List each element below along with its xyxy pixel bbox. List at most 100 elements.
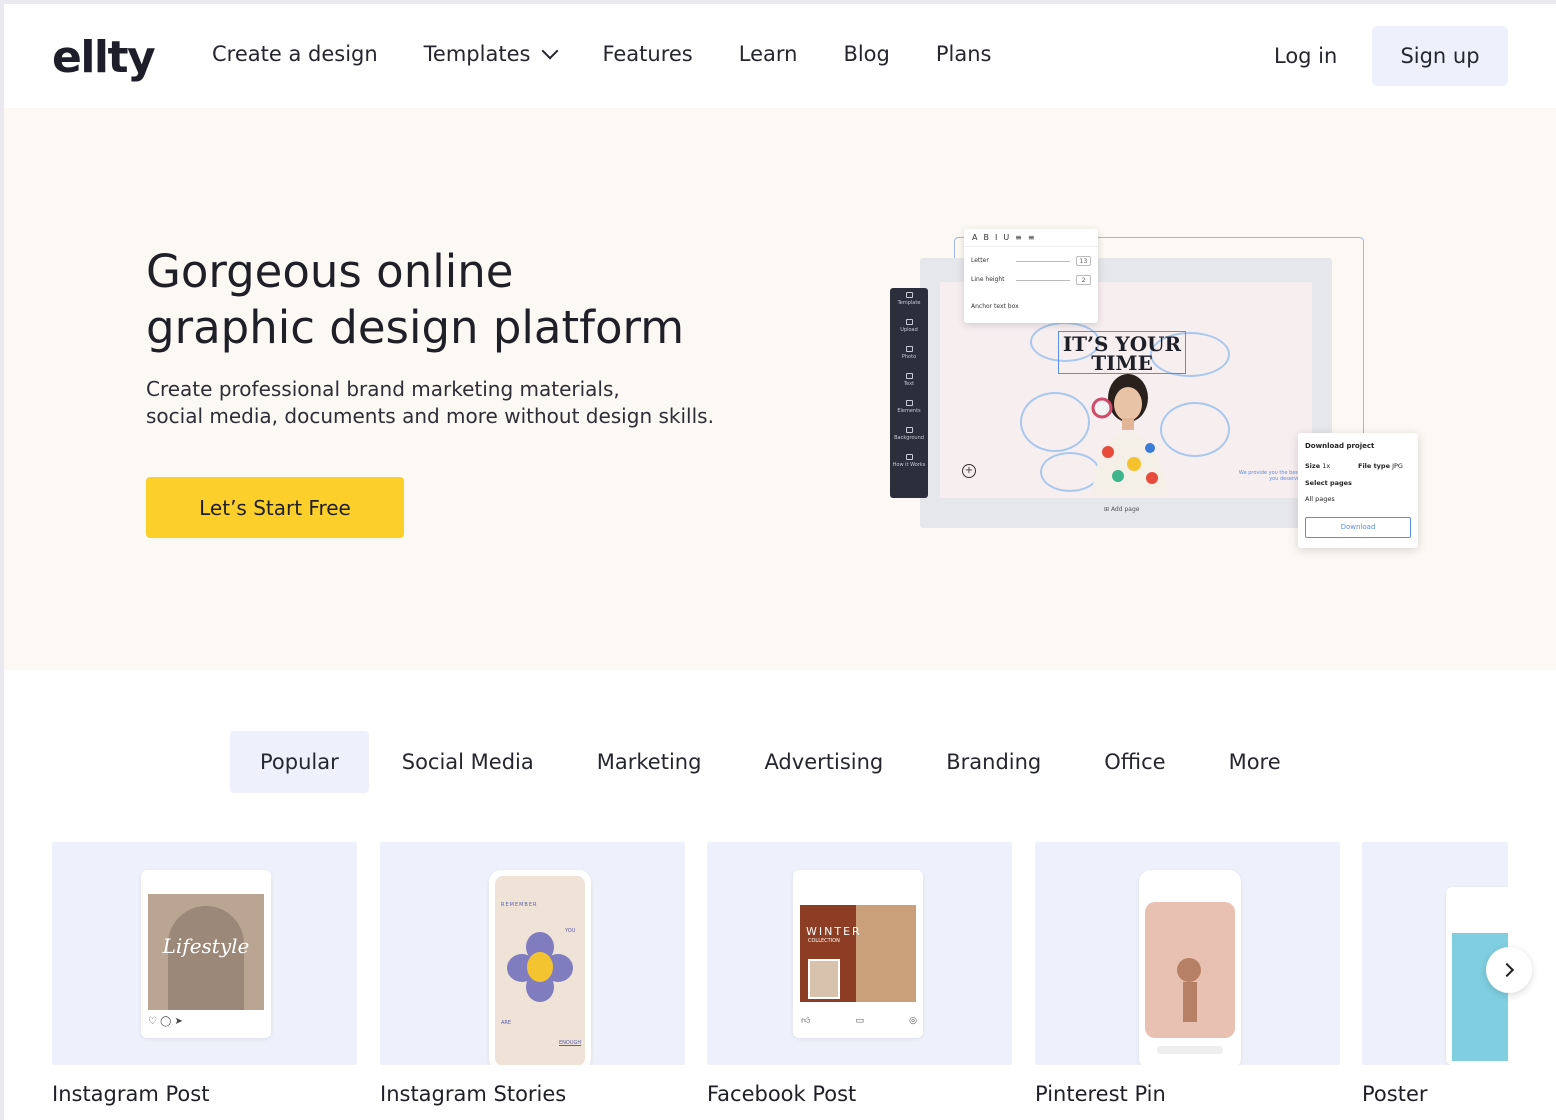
mockup-sidebar-label: Photo	[901, 354, 917, 360]
nav-features[interactable]: Features	[602, 42, 692, 66]
mockup-slider	[1016, 280, 1070, 281]
hero-title: Gorgeous online graphic design platform	[146, 244, 786, 356]
nav-plans[interactable]: Plans	[936, 42, 992, 66]
arch-decor	[168, 906, 244, 1010]
nav-learn[interactable]: Learn	[739, 42, 798, 66]
mockup-sidebar-item: Template	[890, 288, 928, 315]
login-link[interactable]: Log in	[1274, 44, 1337, 68]
mockup-sidebar-label: Background	[894, 435, 924, 441]
mockup-download-title: Download project	[1305, 442, 1375, 450]
hero-section: Gorgeous online graphic design platform …	[4, 108, 1556, 670]
template-category-tabs: Popular Social Media Marketing Advertisi…	[230, 731, 1314, 793]
mockup-sidebar-item: Upload	[890, 315, 928, 342]
template-thumbnail[interactable]: Lifestyle ♡ ◯ ➤	[52, 842, 357, 1065]
mockup-anchor-label: Anchor text box	[971, 303, 1019, 310]
hero-title-line: graphic design platform	[146, 301, 685, 354]
mockup-filetype-label: File type	[1358, 462, 1390, 470]
tab-social-media[interactable]: Social Media	[372, 731, 564, 793]
mockup-sidebar-label: Text	[903, 381, 915, 387]
card-label[interactable]: Pinterest Pin	[1035, 1082, 1166, 1106]
nav-label: Features	[602, 42, 693, 66]
lifestyle-text: Lifestyle	[162, 934, 250, 958]
mockup-line-height-value: 2	[1076, 275, 1091, 285]
mockup-sidebar-label: Upload	[900, 327, 918, 333]
mockup-add-page: ⊞ Add page	[1104, 506, 1140, 513]
ellty-logo[interactable]: ellty	[52, 32, 156, 83]
card-label[interactable]: Poster	[1362, 1082, 1428, 1106]
mockup-add-page-label: Add page	[1110, 506, 1140, 513]
mockup-download-button: Download	[1305, 517, 1411, 538]
add-element-icon: +	[962, 464, 976, 478]
template-card-poster[interactable]: Poster	[1362, 842, 1508, 1120]
winter-collection-image: WINTER COLLECTION	[800, 905, 916, 1002]
tab-popular[interactable]: Popular	[230, 731, 369, 793]
pinterest-pin-preview	[1139, 870, 1241, 1065]
template-thumbnail[interactable]: WINTER COLLECTION 👍︎ ▭ ◎	[707, 842, 1012, 1065]
card-label[interactable]: Instagram Post	[52, 1082, 209, 1106]
nav-label: Learn	[738, 42, 798, 66]
model-photo-illustration	[1091, 374, 1168, 496]
signup-button[interactable]: Sign up	[1372, 26, 1508, 86]
nav-create-a-design[interactable]: Create a design	[212, 42, 378, 66]
mockup-tagline: We provide you the best you deserve	[1238, 470, 1300, 482]
hero-title-line: Gorgeous online	[146, 245, 514, 298]
stories-screen: REMEMBER YOU ARE ENOUGH	[495, 876, 585, 1065]
carousel-next-button[interactable]	[1486, 947, 1532, 993]
template-thumbnail[interactable]: REMEMBER YOU ARE ENOUGH	[380, 842, 685, 1065]
upload-icon	[905, 319, 913, 325]
stories-text-remember: REMEMBER	[501, 902, 538, 908]
collection-text: COLLECTION	[808, 938, 840, 944]
instagram-stories-preview: REMEMBER YOU ARE ENOUGH	[489, 870, 591, 1065]
lifestyle-image: Lifestyle	[148, 894, 264, 1010]
mockup-pages-value: All pages	[1305, 495, 1335, 503]
nav-templates[interactable]: Templates	[424, 42, 559, 66]
post-action-icons: ♡ ◯ ➤	[148, 1016, 183, 1027]
template-card-pinterest-pin[interactable]: Pinterest Pin	[1035, 842, 1340, 1106]
stories-text-enough: ENOUGH	[559, 1040, 582, 1046]
template-card-instagram-stories[interactable]: REMEMBER YOU ARE ENOUGH Instagram Storie…	[380, 842, 685, 1106]
hero-subtitle-line: social media, documents and more without…	[146, 404, 714, 428]
pin-image	[1145, 902, 1235, 1038]
flower-decor	[507, 932, 573, 1004]
mockup-sidebar-item: Text	[890, 369, 928, 396]
mockup-sidebar-label: How it Works	[892, 462, 926, 468]
main-nav: Create a design Templates Features Learn…	[212, 42, 1037, 66]
mockup-download-panel: Download project Size 1x File type JPG S…	[1298, 433, 1418, 548]
card-label[interactable]: Instagram Stories	[380, 1082, 566, 1106]
template-card-instagram-post[interactable]: Lifestyle ♡ ◯ ➤ Instagram Post	[52, 842, 357, 1106]
background-icon	[905, 427, 913, 433]
tab-marketing[interactable]: Marketing	[567, 731, 732, 793]
nav-blog[interactable]: Blog	[843, 42, 889, 66]
template-card-facebook-post[interactable]: WINTER COLLECTION 👍︎ ▭ ◎ Facebook Post	[707, 842, 1012, 1106]
card-label[interactable]: Facebook Post	[707, 1082, 856, 1106]
mockup-size: Size 1x	[1305, 462, 1330, 470]
mockup-headline: IT’S YOUR TIME	[1058, 331, 1186, 374]
mockup-headline-line: TIME	[1091, 351, 1153, 375]
editor-mockup-illustration: We provide you the best you deserve IT’S…	[888, 228, 1428, 558]
tab-advertising[interactable]: Advertising	[734, 731, 913, 793]
tab-branding[interactable]: Branding	[916, 731, 1071, 793]
hero-subtitle-line: Create professional brand marketing mate…	[146, 377, 620, 401]
mockup-text-toolbar: ABIU≡≡ Letter 13 Line height 2 Anchor te…	[964, 229, 1098, 323]
chevron-down-icon	[541, 42, 559, 60]
text-icon	[905, 373, 913, 379]
tab-more[interactable]: More	[1199, 731, 1311, 793]
mockup-letter-label: Letter	[971, 257, 989, 264]
start-free-button[interactable]: Let’s Start Free	[146, 477, 404, 538]
facebook-action-icons: 👍︎ ▭ ◎	[801, 1016, 917, 1026]
template-thumbnail[interactable]	[1362, 842, 1508, 1065]
mockup-select-pages: Select pages	[1305, 479, 1352, 487]
hero-subtitle: Create professional brand marketing mate…	[146, 376, 786, 430]
stories-text-are: ARE	[501, 1020, 512, 1026]
nav-label: Create a design	[212, 42, 378, 66]
mockup-letter-value: 13	[1076, 256, 1091, 266]
mockup-format-icons: ABIU≡≡	[964, 229, 1098, 247]
mockup-sidebar-item: How it Works	[890, 450, 928, 477]
mockup-sidebar-item: Elements	[890, 396, 928, 423]
mockup-sidebar: Template Upload Photo Text Elements Back…	[890, 288, 928, 498]
chevron-right-icon	[1499, 962, 1515, 978]
tab-office[interactable]: Office	[1074, 731, 1195, 793]
photo-icon	[905, 346, 913, 352]
template-thumbnail[interactable]	[1035, 842, 1340, 1065]
mockup-filetype: File type JPG	[1358, 462, 1403, 470]
